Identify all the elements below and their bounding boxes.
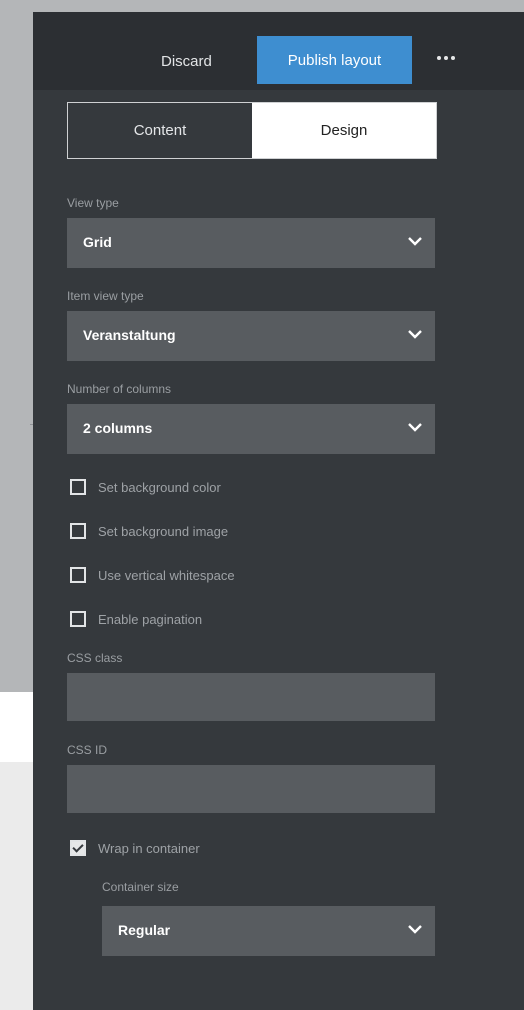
container-size-label: Container size bbox=[102, 880, 179, 894]
css-class-input[interactable] bbox=[67, 673, 435, 721]
checkbox-label: Use vertical whitespace bbox=[98, 567, 235, 583]
columns-label: Number of columns bbox=[67, 382, 172, 396]
item-view-type-value: Veranstaltung bbox=[83, 327, 176, 343]
view-type-value: Grid bbox=[83, 234, 112, 250]
settings-panel: Discard Publish layout bbox=[33, 12, 524, 1010]
checkbox-icon[interactable] bbox=[70, 611, 86, 627]
view-type-label: View type bbox=[67, 196, 119, 210]
checkbox-vertical-whitespace[interactable]: Use vertical whitespace bbox=[70, 567, 235, 583]
checkbox-icon[interactable] bbox=[70, 567, 86, 583]
chevron-down-icon bbox=[408, 423, 422, 432]
checkbox-label: Set background image bbox=[98, 523, 229, 539]
checkbox-icon[interactable] bbox=[70, 523, 86, 539]
tab-content[interactable]: Content bbox=[68, 103, 252, 158]
chevron-down-icon bbox=[408, 237, 422, 246]
chevron-down-icon bbox=[408, 925, 422, 934]
checkbox-wrap-container[interactable]: Wrap in container bbox=[70, 840, 200, 856]
checkbox-label: Wrap in container bbox=[98, 840, 200, 856]
panel-tabs: Content Design bbox=[67, 102, 437, 159]
css-id-label: CSS ID bbox=[67, 743, 108, 757]
checkbox-background-image[interactable]: Set background image bbox=[70, 523, 228, 539]
container-size-value: Regular bbox=[118, 922, 171, 938]
checkbox-pagination[interactable]: Enable pagination bbox=[70, 611, 202, 627]
view-type-select[interactable]: Grid bbox=[67, 218, 435, 268]
tab-design[interactable]: Design bbox=[252, 103, 436, 158]
panel-toolbar: Discard Publish layout bbox=[33, 12, 524, 90]
discard-button[interactable]: Discard bbox=[161, 50, 212, 74]
page-background-light bbox=[0, 762, 33, 1010]
checkbox-checked-icon[interactable] bbox=[70, 840, 86, 856]
checkbox-label: Set background color bbox=[98, 479, 221, 495]
more-options-icon[interactable] bbox=[431, 46, 461, 70]
checkbox-label: Enable pagination bbox=[98, 611, 203, 627]
item-view-type-select[interactable]: Veranstaltung bbox=[67, 311, 435, 361]
container-size-select[interactable]: Regular bbox=[102, 906, 435, 956]
css-class-label: CSS class bbox=[67, 651, 123, 665]
columns-value: 2 columns bbox=[83, 420, 153, 436]
page-background-white bbox=[0, 692, 33, 762]
item-view-type-label: Item view type bbox=[67, 289, 144, 303]
checkbox-background-color[interactable]: Set background color bbox=[70, 479, 221, 495]
css-id-input[interactable] bbox=[67, 765, 435, 813]
publish-layout-button[interactable]: Publish layout bbox=[257, 36, 412, 84]
columns-select[interactable]: 2 columns bbox=[67, 404, 435, 454]
chevron-down-icon bbox=[408, 330, 422, 339]
checkbox-icon[interactable] bbox=[70, 479, 86, 495]
